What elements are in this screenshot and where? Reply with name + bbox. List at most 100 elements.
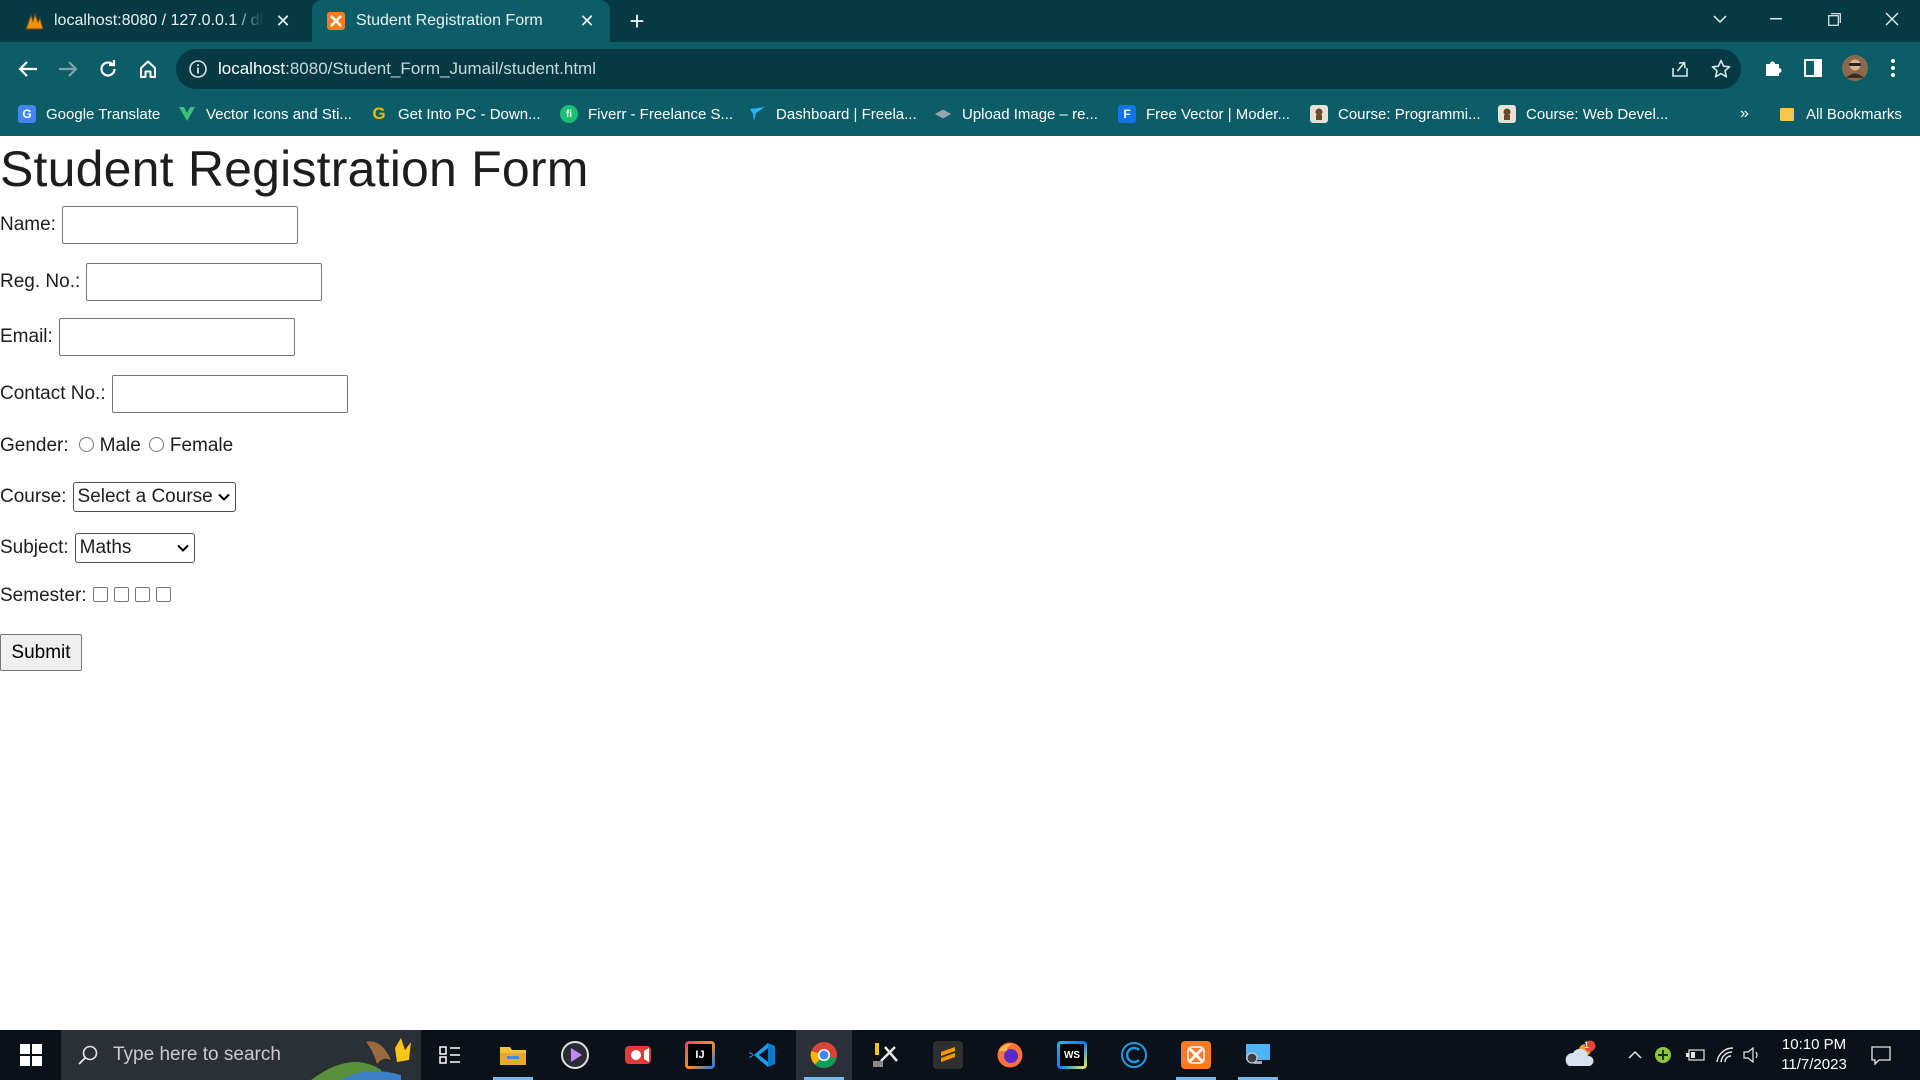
semester-checkbox-4[interactable] bbox=[155, 586, 171, 602]
email-row: Email: bbox=[0, 318, 295, 356]
address-bar[interactable]: localhost:8080/Student_Form_Jumail/stude… bbox=[176, 49, 1741, 89]
intellij-idea-icon[interactable]: IJ bbox=[672, 1030, 728, 1080]
windows-start-icon[interactable] bbox=[8, 1030, 54, 1080]
bookmark-label: Google Translate bbox=[46, 105, 161, 123]
fiverr-icon: fi bbox=[560, 105, 578, 123]
contact-input[interactable] bbox=[111, 375, 348, 413]
submit-button[interactable]: Submit bbox=[0, 634, 82, 671]
bookmark-star-icon[interactable] bbox=[1710, 58, 1732, 80]
close-tab-icon[interactable]: ✕ bbox=[578, 12, 596, 30]
new-tab-button[interactable]: + bbox=[624, 8, 650, 34]
bookmark-label: Get Into PC - Down... bbox=[398, 105, 541, 123]
email-input[interactable] bbox=[58, 318, 295, 356]
google-translate-icon: G bbox=[18, 105, 36, 123]
phpmyadmin-icon bbox=[24, 11, 44, 31]
volume-icon[interactable] bbox=[1740, 1030, 1764, 1080]
share-icon[interactable] bbox=[1669, 58, 1691, 80]
back-arrow-icon[interactable] bbox=[12, 53, 44, 85]
battery-icon[interactable] bbox=[1682, 1030, 1708, 1080]
screen-recorder-icon[interactable] bbox=[610, 1030, 666, 1080]
file-explorer-icon[interactable] bbox=[485, 1030, 541, 1080]
bookmark-get-into-pc[interactable]: G Get Into PC - Down... bbox=[370, 96, 541, 132]
tools-icon[interactable] bbox=[858, 1030, 914, 1080]
close-window-button[interactable] bbox=[1864, 0, 1920, 38]
bookmark-label: Dashboard | Freela... bbox=[776, 105, 917, 123]
bookmarks-overflow-chevron-icon[interactable]: » bbox=[1740, 96, 1749, 132]
tab-student-registration[interactable]: Student Registration Form ✕ bbox=[312, 0, 610, 42]
show-hidden-icons-chevron-icon[interactable] bbox=[1622, 1030, 1648, 1080]
sublime-text-icon[interactable] bbox=[920, 1030, 976, 1080]
bookmark-course-web-dev[interactable]: Course: Web Devel... bbox=[1498, 96, 1668, 132]
browser-toolbar: localhost:8080/Student_Form_Jumail/stude… bbox=[0, 42, 1920, 96]
page-title: Student Registration Form bbox=[0, 141, 589, 197]
name-input[interactable] bbox=[61, 206, 298, 244]
vscode-icon[interactable] bbox=[734, 1030, 790, 1080]
page-content: Student Registration Form Name: Reg. No.… bbox=[0, 136, 1920, 1030]
restore-button[interactable] bbox=[1806, 0, 1862, 38]
freelancer-icon bbox=[748, 105, 766, 123]
name-label: Name: bbox=[0, 214, 56, 235]
semester-row: Semester: bbox=[0, 585, 177, 607]
semester-checkbox-3[interactable] bbox=[134, 586, 150, 602]
reg-no-input[interactable] bbox=[86, 263, 323, 301]
bookmark-vector-icons[interactable]: Vector Icons and Sti... bbox=[178, 96, 352, 132]
search-highlight-illustration bbox=[311, 1038, 411, 1080]
tab-search-chevron-icon[interactable] bbox=[1692, 0, 1748, 38]
menu-kebab-icon[interactable] bbox=[1880, 55, 1906, 81]
remote-desktop-icon[interactable] bbox=[1230, 1030, 1286, 1080]
bookmark-freepik[interactable]: F Free Vector | Moder... bbox=[1118, 96, 1290, 132]
extensions-puzzle-icon[interactable] bbox=[1760, 55, 1786, 81]
system-clock[interactable]: 10:10 PM 11/7/2023 bbox=[1764, 1035, 1864, 1075]
forward-arrow-icon[interactable] bbox=[52, 53, 84, 85]
bookmark-label: Course: Programmi... bbox=[1338, 105, 1481, 123]
bookmark-upload-image[interactable]: Upload Image – re... bbox=[934, 96, 1098, 132]
weather-badge: 1 bbox=[1584, 1040, 1590, 1050]
gender-female-radio[interactable] bbox=[148, 436, 164, 452]
all-bookmarks-button[interactable]: All Bookmarks bbox=[1778, 96, 1902, 132]
chevron-down-icon bbox=[218, 493, 230, 501]
gender-male-radio[interactable] bbox=[78, 436, 94, 452]
course-icon bbox=[1498, 105, 1516, 123]
wifi-icon[interactable] bbox=[1712, 1030, 1738, 1080]
bookmark-label: Free Vector | Moder... bbox=[1146, 105, 1290, 123]
weather-icon[interactable]: 1 bbox=[1560, 1030, 1600, 1080]
update-tray-icon[interactable] bbox=[1650, 1030, 1676, 1080]
firefox-icon[interactable] bbox=[982, 1030, 1038, 1080]
task-view-icon[interactable] bbox=[422, 1030, 478, 1080]
folder-icon bbox=[1778, 105, 1796, 123]
xampp-taskbar-icon[interactable] bbox=[1168, 1030, 1224, 1080]
tab-title: Student Registration Form bbox=[356, 12, 543, 29]
chrome-icon[interactable] bbox=[796, 1030, 852, 1080]
reload-icon[interactable] bbox=[92, 53, 124, 85]
taskbar-search-box[interactable]: Type here to search bbox=[61, 1030, 421, 1080]
ccleaner-icon[interactable] bbox=[1106, 1030, 1162, 1080]
search-icon bbox=[78, 1045, 98, 1065]
contact-row: Contact No.: bbox=[0, 375, 348, 413]
upload-icon bbox=[934, 105, 952, 123]
media-player-icon[interactable] bbox=[547, 1030, 603, 1080]
bookmark-course-programming[interactable]: Course: Programmi... bbox=[1310, 96, 1481, 132]
xampp-icon bbox=[326, 11, 346, 31]
bookmark-fiverr[interactable]: fi Fiverr - Freelance S... bbox=[560, 96, 733, 132]
course-select[interactable]: Select a Course bbox=[72, 482, 236, 512]
close-tab-icon[interactable]: ✕ bbox=[274, 12, 292, 30]
semester-checkbox-1[interactable] bbox=[92, 586, 108, 602]
webstorm-icon[interactable]: WS bbox=[1044, 1030, 1100, 1080]
semester-checkbox-2[interactable] bbox=[113, 586, 129, 602]
bookmarks-bar: G Google Translate Vector Icons and Sti.… bbox=[0, 96, 1920, 136]
bookmark-google-translate[interactable]: G Google Translate bbox=[18, 96, 160, 132]
subject-select[interactable]: Maths bbox=[74, 533, 195, 563]
notification-icon[interactable] bbox=[1866, 1030, 1896, 1080]
course-selected-value: Select a Course bbox=[77, 486, 213, 507]
search-placeholder: Type here to search bbox=[113, 1044, 281, 1065]
windows-taskbar: Type here to search IJ WS 1 10:10 PM 11/… bbox=[0, 1030, 1920, 1080]
bookmark-freelancer[interactable]: Dashboard | Freela... bbox=[748, 96, 917, 132]
site-info-icon[interactable] bbox=[188, 59, 208, 79]
home-icon[interactable] bbox=[132, 53, 164, 85]
reg-no-row: Reg. No.: bbox=[0, 263, 323, 301]
bookmark-label: Course: Web Devel... bbox=[1526, 105, 1669, 123]
minimize-button[interactable] bbox=[1748, 0, 1804, 38]
side-panel-icon[interactable] bbox=[1800, 55, 1826, 81]
profile-avatar[interactable] bbox=[1840, 53, 1870, 83]
tab-phpmyadmin[interactable]: localhost:8080 / 127.0.0.1 / db_s ✕ bbox=[10, 0, 306, 42]
